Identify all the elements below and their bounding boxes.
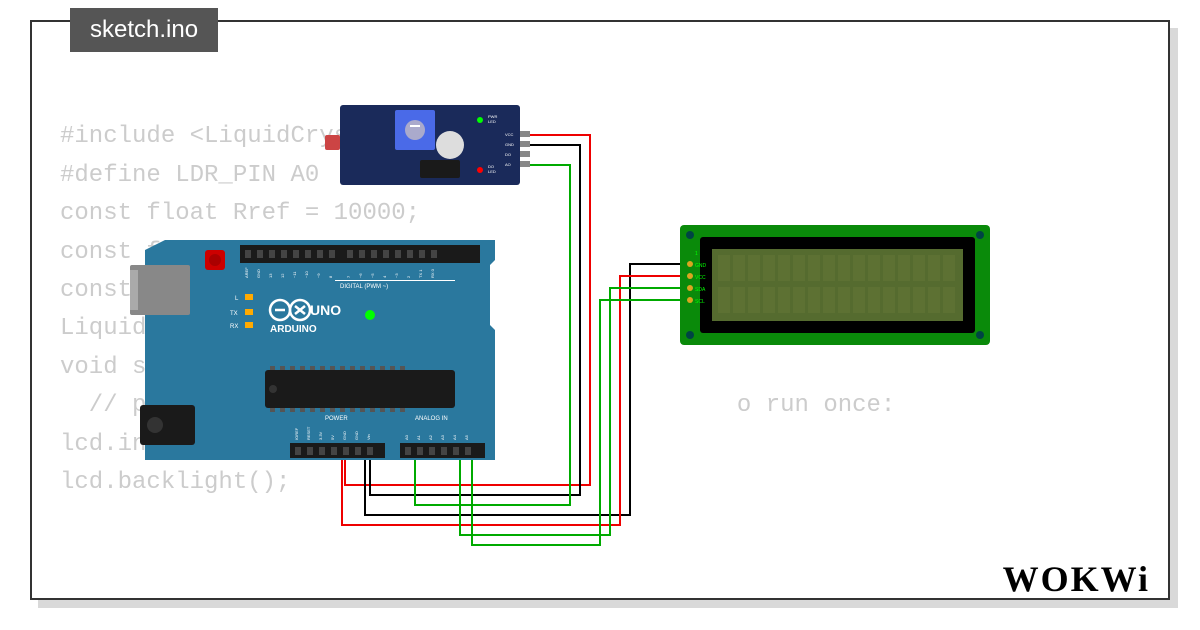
- circuit-diagram[interactable]: PWR LED DO LED VCC GND DO AO DIGITAL (PW…: [110, 85, 1030, 565]
- svg-text:LED: LED: [488, 169, 496, 174]
- svg-text:RESET: RESET: [306, 426, 311, 440]
- svg-text:GND: GND: [342, 431, 347, 440]
- svg-text:A0: A0: [404, 434, 409, 440]
- svg-text:LED: LED: [488, 119, 496, 124]
- svg-text:A5: A5: [464, 434, 469, 440]
- svg-text:POWER: POWER: [325, 416, 348, 422]
- svg-text:SCL: SCL: [695, 299, 705, 305]
- svg-text:Vin: Vin: [366, 434, 371, 440]
- svg-text:12: 12: [280, 273, 285, 278]
- arduino-model: UNO: [310, 302, 341, 318]
- svg-text:~5: ~5: [370, 273, 375, 278]
- svg-text:RX: RX: [230, 324, 238, 330]
- svg-text:A1: A1: [416, 434, 421, 440]
- svg-text:~11: ~11: [292, 271, 297, 278]
- svg-text:GND: GND: [354, 431, 359, 440]
- svg-text:5V: 5V: [330, 435, 335, 440]
- svg-text:A4: A4: [452, 434, 457, 440]
- svg-text:A2: A2: [428, 434, 433, 440]
- svg-text:VCC: VCC: [695, 275, 706, 281]
- svg-text:VCC: VCC: [505, 132, 514, 137]
- file-tab[interactable]: sketch.ino: [70, 8, 218, 52]
- svg-text:GND: GND: [505, 142, 514, 147]
- svg-text:RX 0: RX 0: [430, 268, 435, 278]
- svg-text:AREF: AREF: [244, 267, 249, 278]
- svg-text:GND: GND: [256, 269, 261, 278]
- svg-text:TX 1: TX 1: [418, 269, 423, 278]
- svg-text:AO: AO: [505, 162, 511, 167]
- svg-text:A3: A3: [440, 434, 445, 440]
- svg-text:SDA: SDA: [695, 287, 706, 293]
- svg-text:1: 1: [695, 251, 698, 257]
- svg-text:GND: GND: [695, 263, 707, 269]
- arduino-uno[interactable]: DIGITAL (PWM ~) AREF GND 13 12 ~11 ~10 ~…: [130, 240, 495, 460]
- arduino-brand: ARDUINO: [270, 324, 317, 335]
- svg-text:TX: TX: [230, 311, 238, 317]
- svg-text:DO: DO: [505, 152, 511, 157]
- lcd-display[interactable]: 1 GND VCC SDA SCL: [680, 225, 990, 345]
- power-led-icon: [365, 310, 375, 320]
- filename: sketch.ino: [90, 16, 198, 43]
- svg-text:~10: ~10: [304, 270, 309, 278]
- atmega-chip: [265, 370, 455, 408]
- svg-text:13: 13: [268, 273, 273, 278]
- svg-text:ANALOG IN: ANALOG IN: [415, 416, 448, 422]
- svg-text:~3: ~3: [394, 273, 399, 278]
- svg-text:~6: ~6: [358, 273, 363, 278]
- svg-text:IOREF: IOREF: [294, 427, 299, 440]
- digital-label: DIGITAL (PWM ~): [340, 284, 388, 290]
- svg-text:~9: ~9: [316, 273, 321, 278]
- svg-text:3.3V: 3.3V: [318, 431, 323, 440]
- ldr-module[interactable]: PWR LED DO LED VCC GND DO AO: [325, 105, 530, 185]
